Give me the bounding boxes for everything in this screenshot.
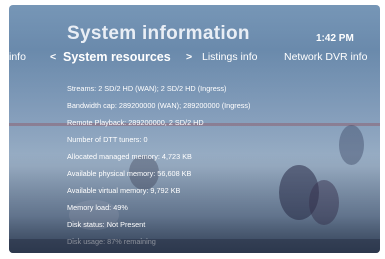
bottom-fade <box>9 239 380 253</box>
chevron-right-icon[interactable]: > <box>186 51 192 63</box>
resource-details-list: Streams: 2 SD/2 HD (WAN); 2 SD/2 HD (Ing… <box>67 80 250 250</box>
page-title: System information <box>67 23 250 44</box>
detail-bandwidth-cap: Bandwidth cap: 289200000 (WAN); 28920000… <box>67 101 251 110</box>
tab-network-dvr-info[interactable]: Network DVR info <box>284 51 367 63</box>
detail-virtual-memory: Available virtual memory: 9,792 KB <box>67 186 181 195</box>
tab-bar: info < System resources > Listings info … <box>9 50 380 67</box>
detail-streams: Streams: 2 SD/2 HD (WAN); 2 SD/2 HD (Ing… <box>67 84 227 93</box>
detail-physical-memory: Available physical memory: 56,608 KB <box>67 169 192 178</box>
tab-info[interactable]: info <box>9 51 26 63</box>
detail-disk-status: Disk status: Not Present <box>67 220 146 229</box>
tab-system-resources[interactable]: System resources <box>63 50 171 64</box>
detail-remote-playback: Remote Playback: 289200000, 2 SD/2 HD <box>67 118 204 127</box>
detail-memory-load: Memory load: 49% <box>67 203 128 212</box>
tv-screen: System information 1:42 PM info < System… <box>9 5 380 253</box>
clock: 1:42 PM <box>316 33 354 44</box>
tab-listings-info[interactable]: Listings info <box>202 51 257 63</box>
detail-dtt-tuners: Number of DTT tuners: 0 <box>67 135 148 144</box>
chevron-left-icon[interactable]: < <box>50 51 56 63</box>
detail-allocated-memory: Allocated managed memory: 4,723 KB <box>67 152 192 161</box>
